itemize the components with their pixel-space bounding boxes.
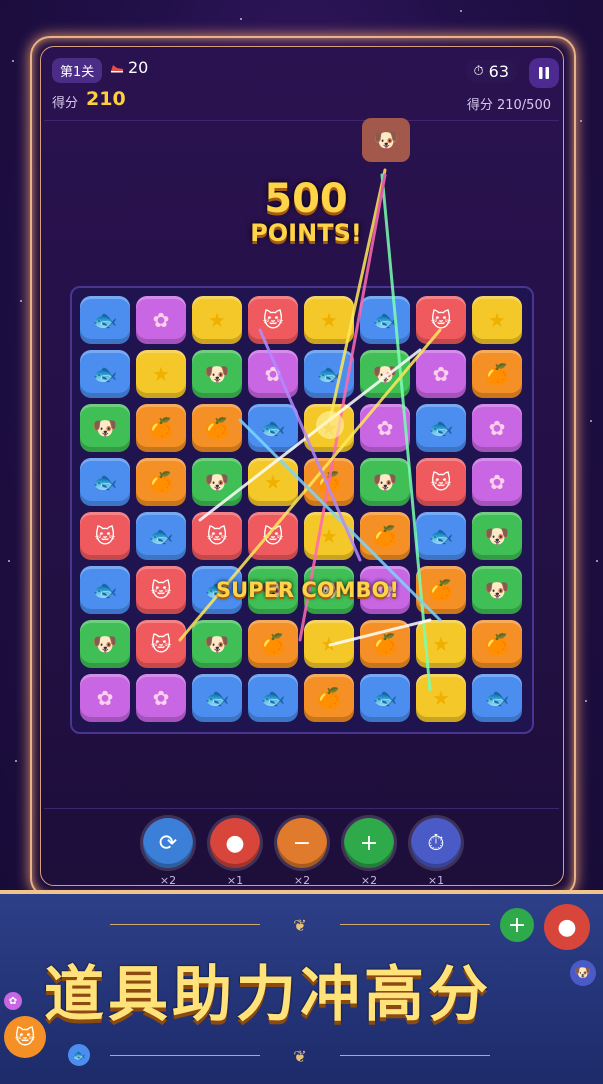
points-number: 500	[264, 176, 348, 222]
tool-count: ×2	[360, 874, 378, 887]
bomb-tool-button[interactable]: ●	[210, 818, 260, 868]
minus-tool-button[interactable]: −	[277, 818, 327, 868]
tool-count: ×2	[293, 874, 311, 887]
shuffle-icon: ⟳	[158, 830, 178, 856]
minus-icon: −	[292, 830, 312, 856]
dog-icon: 🐶	[570, 960, 596, 986]
banner-title: 道具助力冲高分	[44, 960, 492, 1030]
ornament-icon: ❦	[293, 916, 307, 935]
stopwatch-icon: ⏱	[427, 830, 445, 856]
points-word: POINTS!	[250, 219, 362, 247]
fish-icon: 🐟	[68, 1044, 90, 1066]
stopwatch-tool-button[interactable]: ⏱	[411, 818, 461, 868]
flourish-bottom: ❦	[110, 1046, 490, 1066]
flourish-top: ❦	[110, 915, 490, 935]
shuffle-tool-button[interactable]: ⟳	[143, 818, 193, 868]
points-popup: 500 POINTS!	[246, 178, 366, 246]
tool-count: ×1	[427, 874, 445, 887]
tool-count: ×2	[159, 874, 177, 887]
cat-icon: 🐱	[4, 1016, 46, 1058]
bomb-icon: ●	[544, 904, 590, 950]
ornament-icon: ❦	[293, 1047, 307, 1066]
plus-icon: +	[359, 830, 379, 856]
tool-count: ×1	[226, 874, 244, 887]
bomb-icon: ●	[225, 830, 245, 856]
combo-text: SUPER COMBO!	[216, 578, 399, 602]
plus-icon: +	[500, 908, 534, 942]
flower-icon: ✿	[4, 992, 22, 1010]
plus-tool-button[interactable]: +	[344, 818, 394, 868]
